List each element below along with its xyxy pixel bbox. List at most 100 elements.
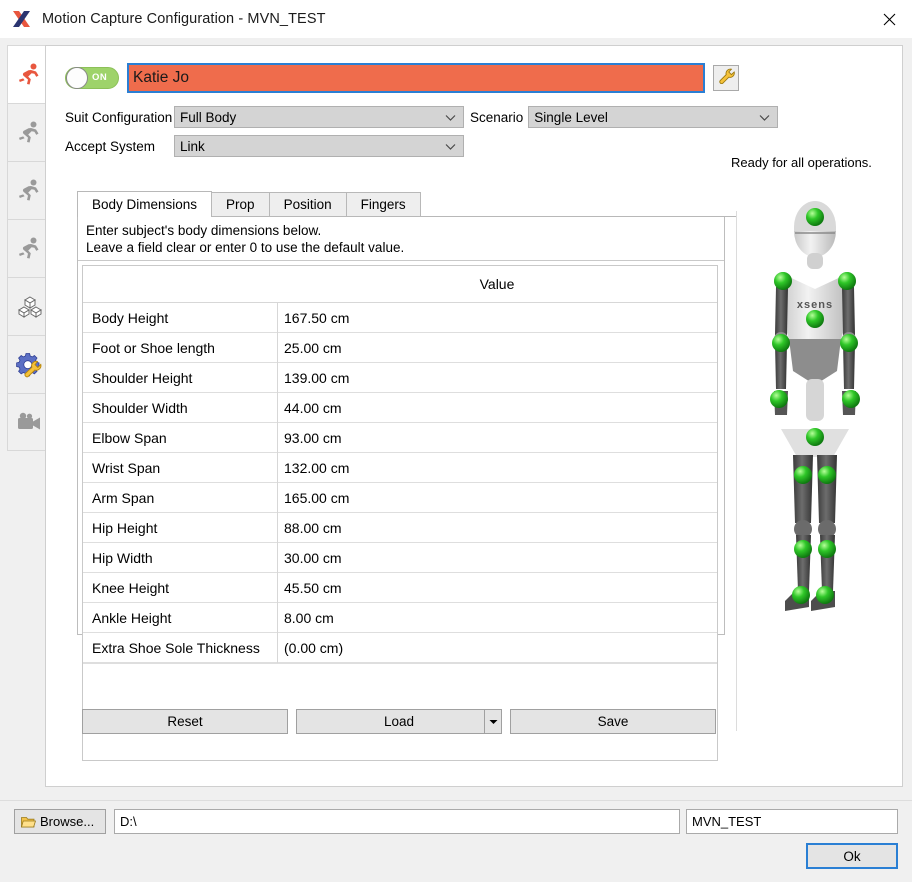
table-header: Value — [83, 266, 717, 303]
row-label: Ankle Height — [83, 610, 277, 626]
row-label: Extra Shoe Sole Thickness — [83, 640, 277, 656]
output-path-field[interactable]: D:\ — [114, 809, 680, 834]
tab-prop[interactable]: Prop — [211, 192, 270, 216]
accept-system-select[interactable]: Link — [174, 135, 464, 157]
table-row[interactable]: Ankle Height 8.00 cm — [83, 603, 717, 633]
browse-button-label: Browse... — [40, 814, 94, 829]
tab-label: Fingers — [361, 197, 406, 212]
motion-capture-configuration-window: Motion Capture Configuration - MVN_TEST — [0, 0, 912, 882]
row-value[interactable]: 132.00 cm — [277, 453, 717, 483]
table-row[interactable]: Extra Shoe Sole Thickness (0.00 cm) — [83, 633, 717, 663]
running-person-icon — [17, 62, 43, 88]
subject-settings-button[interactable] — [713, 65, 739, 91]
body-dimensions-panel: Enter subject's body dimensions below. L… — [77, 217, 725, 635]
table-row[interactable]: Shoulder Height 139.00 cm — [83, 363, 717, 393]
save-button-label: Save — [598, 714, 629, 729]
scenario-value: Single Level — [534, 110, 608, 125]
title-bar: Motion Capture Configuration - MVN_TEST — [0, 0, 912, 38]
chevron-down-icon — [759, 110, 770, 125]
tab-label: Position — [284, 197, 332, 212]
row-label: Shoulder Height — [83, 370, 277, 386]
panel-divider — [736, 211, 737, 731]
subject-name-row: ON — [65, 61, 885, 95]
row-value[interactable]: 25.00 cm — [277, 333, 717, 363]
hint-line-1: Enter subject's body dimensions below. — [86, 222, 716, 239]
reset-button-label: Reset — [167, 714, 202, 729]
session-name-field[interactable]: MVN_TEST — [686, 809, 898, 834]
row-value[interactable]: (0.00 cm) — [277, 633, 717, 663]
output-path-value: D:\ — [120, 814, 137, 829]
chevron-down-icon — [445, 110, 456, 125]
load-button[interactable]: Load — [296, 709, 502, 734]
row-label: Body Height — [83, 310, 277, 326]
subject-name-input[interactable] — [127, 63, 705, 93]
suit-configuration-value: Full Body — [180, 110, 236, 125]
load-dropdown-arrow-icon[interactable] — [484, 710, 501, 733]
body-dimensions-table: Value Body Height 167.50 cm Foot or Shoe… — [82, 265, 718, 761]
row-label: Wrist Span — [83, 460, 277, 476]
tab-position[interactable]: Position — [269, 192, 347, 216]
wrench-icon — [718, 67, 735, 89]
save-button[interactable]: Save — [510, 709, 716, 734]
table-row[interactable]: Body Height 167.50 cm — [83, 303, 717, 333]
table-row[interactable]: Shoulder Width 44.00 cm — [83, 393, 717, 423]
cubes-icon — [17, 295, 43, 319]
tab-fingers[interactable]: Fingers — [346, 192, 421, 216]
table-row[interactable]: Hip Height 88.00 cm — [83, 513, 717, 543]
window-title: Motion Capture Configuration - MVN_TEST — [42, 11, 326, 27]
accept-system-label: Accept System — [65, 139, 169, 154]
hint-text: Enter subject's body dimensions below. L… — [78, 217, 724, 261]
hint-line-2: Leave a field clear or enter 0 to use th… — [86, 239, 716, 256]
row-value[interactable]: 30.00 cm — [277, 543, 717, 573]
row-value[interactable]: 44.00 cm — [277, 393, 717, 423]
table-header-value: Value — [277, 276, 717, 292]
suit-configuration-label: Suit Configuration — [65, 110, 169, 125]
toggle-state-label: ON — [92, 72, 107, 83]
table-row[interactable]: Foot or Shoe length 25.00 cm — [83, 333, 717, 363]
scenario-select[interactable]: Single Level — [528, 106, 778, 128]
running-person-icon — [17, 236, 43, 262]
avatar-brand-text: xsens — [797, 299, 833, 311]
ok-button[interactable]: Ok — [806, 843, 898, 869]
footer-separator — [0, 800, 912, 801]
row-value[interactable]: 93.00 cm — [277, 423, 717, 453]
xsens-x-logo-icon — [11, 8, 33, 30]
main-panel: ON Suit Configuration — [45, 45, 903, 787]
chevron-down-icon — [445, 139, 456, 154]
footer-bar: Browse... D:\ MVN_TEST Ok — [0, 800, 912, 882]
row-value[interactable]: 88.00 cm — [277, 513, 717, 543]
table-row[interactable]: Arm Span 165.00 cm — [83, 483, 717, 513]
browse-button[interactable]: Browse... — [14, 809, 106, 834]
row-label: Arm Span — [83, 490, 277, 506]
load-button-label: Load — [384, 714, 414, 729]
running-person-icon — [17, 178, 43, 204]
folder-open-icon — [21, 815, 36, 829]
scenario-label: Scenario — [470, 110, 523, 125]
reset-button[interactable]: Reset — [82, 709, 288, 734]
table-row[interactable]: Wrist Span 132.00 cm — [83, 453, 717, 483]
row-value[interactable]: 45.50 cm — [277, 573, 717, 603]
suit-configuration-select[interactable]: Full Body — [174, 106, 464, 128]
row-label: Shoulder Width — [83, 400, 277, 416]
table-actions: Reset Load Save — [82, 709, 720, 734]
xsens-mannequin-figure: xsens — [745, 193, 885, 643]
table-row[interactable]: Elbow Span 93.00 cm — [83, 423, 717, 453]
tab-body-dimensions[interactable]: Body Dimensions — [77, 191, 212, 217]
close-icon[interactable] — [866, 0, 912, 38]
row-value[interactable]: 165.00 cm — [277, 483, 717, 513]
row-value[interactable]: 139.00 cm — [277, 363, 717, 393]
running-person-icon — [17, 120, 43, 146]
row-label: Hip Height — [83, 520, 277, 536]
ok-button-label: Ok — [843, 849, 860, 864]
window-body: ON Suit Configuration — [0, 38, 912, 882]
tab-label: Body Dimensions — [92, 197, 197, 212]
subject-enable-toggle[interactable]: ON — [65, 67, 119, 89]
row-value[interactable]: 8.00 cm — [277, 603, 717, 633]
accept-system-value: Link — [180, 139, 205, 154]
row-label: Foot or Shoe length — [83, 340, 277, 356]
accept-system-row: Accept System Link — [65, 135, 464, 157]
tab-strip: Body Dimensions Prop Position Fingers — [77, 193, 737, 217]
table-row[interactable]: Hip Width 30.00 cm — [83, 543, 717, 573]
table-row[interactable]: Knee Height 45.50 cm — [83, 573, 717, 603]
row-value[interactable]: 167.50 cm — [277, 303, 717, 333]
